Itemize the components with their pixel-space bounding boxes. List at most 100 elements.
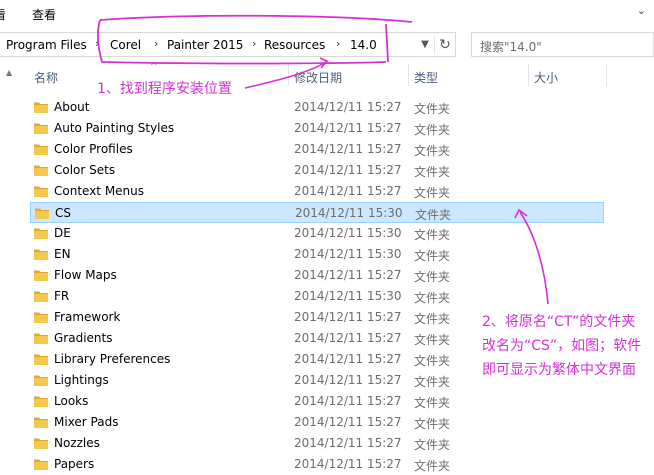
folder-icon [34, 459, 48, 470]
annotation-step2-line2: 改名为“CS”，如图；软件 [482, 338, 642, 354]
file-date: 2014/12/11 15:27 [294, 121, 402, 135]
folder-icon [34, 375, 48, 386]
column-divider[interactable] [528, 64, 529, 86]
folder-icon [34, 165, 48, 176]
file-type: 文件夹 [414, 249, 451, 263]
breadcrumb-corel[interactable]: Corel [110, 38, 141, 52]
file-type: 文件夹 [414, 270, 451, 284]
file-row[interactable]: Mixer Pads 2014/12/11 15:27 文件夹 [30, 412, 604, 433]
column-size[interactable]: 大小 [534, 69, 558, 86]
breadcrumb-14-0[interactable]: 14.0 [350, 38, 377, 52]
file-type: 文件夹 [415, 208, 452, 222]
file-row[interactable]: Auto Painting Styles 2014/12/11 15:27 文件夹 [30, 118, 604, 139]
breadcrumb-separator-icon[interactable]: › [95, 37, 99, 50]
file-type: 文件夹 [414, 186, 451, 200]
file-name: Library Preferences [54, 352, 171, 366]
folder-icon [34, 438, 48, 449]
breadcrumb-resources[interactable]: Resources [264, 38, 325, 52]
file-name: About [54, 100, 90, 114]
file-type: 文件夹 [414, 102, 451, 116]
file-name: Mixer Pads [54, 415, 119, 429]
file-type: 文件夹 [414, 396, 451, 410]
file-name: FR [54, 289, 70, 303]
file-row[interactable]: Flow Maps 2014/12/11 15:27 文件夹 [30, 265, 604, 286]
file-name: Context Menus [54, 184, 145, 198]
file-type: 文件夹 [414, 333, 451, 347]
folder-icon [34, 417, 48, 428]
file-row[interactable]: About 2014/12/11 15:27 文件夹 [30, 97, 604, 118]
file-type: 文件夹 [414, 417, 451, 431]
file-name: Color Sets [54, 163, 116, 177]
address-history-chevron-down-icon[interactable]: ▼ [416, 36, 434, 54]
folder-icon [34, 270, 48, 281]
file-date: 2014/12/11 15:27 [294, 100, 402, 114]
folder-icon [34, 228, 48, 239]
file-type: 文件夹 [414, 312, 451, 326]
breadcrumb-separator-icon[interactable]: › [336, 37, 340, 50]
folder-icon [34, 144, 48, 155]
file-date: 2014/12/11 15:27 [294, 415, 402, 429]
breadcrumb-separator-icon[interactable]: › [252, 37, 256, 50]
file-name: Auto Painting Styles [54, 121, 175, 135]
file-date: 2014/12/11 15:27 [294, 268, 402, 282]
file-type: 文件夹 [414, 123, 451, 137]
file-row[interactable]: Color Sets 2014/12/11 15:27 文件夹 [30, 160, 604, 181]
folder-icon [34, 102, 48, 113]
folder-icon [34, 333, 48, 344]
address-bar[interactable]: Program Files › Corel › Painter 2015 › R… [0, 32, 456, 57]
file-name: Papers [54, 457, 95, 471]
file-row[interactable]: Color Profiles 2014/12/11 15:27 文件夹 [30, 139, 604, 160]
annotation-step2-line3: 即可显示为繁体中文界面 [482, 362, 636, 378]
annotation-step1: 1、找到程序安装位置 [97, 81, 232, 97]
file-type: 文件夹 [414, 375, 451, 389]
file-type: 文件夹 [414, 459, 451, 473]
file-type: 文件夹 [414, 144, 451, 158]
column-modified[interactable]: 修改日期 [294, 69, 342, 86]
file-row[interactable]: Nozzles 2014/12/11 15:27 文件夹 [30, 433, 604, 454]
file-date: 2014/12/11 15:27 [294, 352, 402, 366]
column-divider[interactable] [408, 64, 409, 86]
file-date: 2014/12/11 15:27 [294, 331, 402, 345]
column-type[interactable]: 类型 [414, 69, 438, 86]
refresh-icon[interactable]: ↻ [434, 36, 455, 54]
file-date: 2014/12/11 15:27 [294, 184, 402, 198]
search-input[interactable]: 搜索"14.0" [471, 32, 654, 57]
menu-bar: 看 查看 ⌄ [0, 0, 654, 28]
file-name: Framework [54, 310, 121, 324]
file-row[interactable]: DE 2014/12/11 15:30 文件夹 [30, 223, 604, 244]
file-row[interactable]: FR 2014/12/11 15:30 文件夹 [30, 286, 604, 307]
folder-icon [34, 249, 48, 260]
file-row[interactable]: CS 2014/12/11 15:30 文件夹 [30, 202, 604, 223]
file-date: 2014/12/11 15:30 [295, 206, 403, 220]
file-row[interactable]: Looks 2014/12/11 15:27 文件夹 [30, 391, 604, 412]
folder-icon [34, 123, 48, 134]
ribbon-expand-icon[interactable]: ⌄ [637, 4, 646, 17]
file-date: 2014/12/11 15:30 [294, 247, 402, 261]
column-divider[interactable] [288, 64, 289, 86]
file-date: 2014/12/11 15:30 [294, 289, 402, 303]
file-row[interactable]: EN 2014/12/11 15:30 文件夹 [30, 244, 604, 265]
file-row[interactable]: Context Menus 2014/12/11 15:27 文件夹 [30, 181, 604, 202]
menu-view[interactable]: 查看 [32, 6, 56, 23]
menu-view-partial[interactable]: 看 [0, 6, 6, 23]
file-date: 2014/12/11 15:27 [294, 373, 402, 387]
breadcrumb-program-files[interactable]: Program Files [6, 38, 87, 52]
vertical-scrollbar[interactable]: ▲ [0, 62, 20, 473]
breadcrumb-separator-icon[interactable]: › [154, 37, 158, 50]
file-row[interactable]: Papers 2014/12/11 15:27 文件夹 [30, 454, 604, 475]
file-name: Lightings [54, 373, 109, 387]
file-name: DE [54, 226, 71, 240]
breadcrumb-painter-2015[interactable]: Painter 2015 [167, 38, 243, 52]
sort-ascending-icon: ^ [150, 62, 158, 72]
folder-icon [34, 396, 48, 407]
file-name: Gradients [54, 331, 113, 345]
scroll-up-icon[interactable]: ▲ [6, 68, 12, 77]
folder-icon [34, 354, 48, 365]
file-name: Looks [54, 394, 89, 408]
column-divider[interactable] [606, 64, 607, 86]
file-name: Flow Maps [54, 268, 117, 282]
column-name[interactable]: 名称 [34, 69, 58, 86]
file-date: 2014/12/11 15:27 [294, 394, 402, 408]
file-date: 2014/12/11 15:27 [294, 163, 402, 177]
file-name: Nozzles [54, 436, 100, 450]
